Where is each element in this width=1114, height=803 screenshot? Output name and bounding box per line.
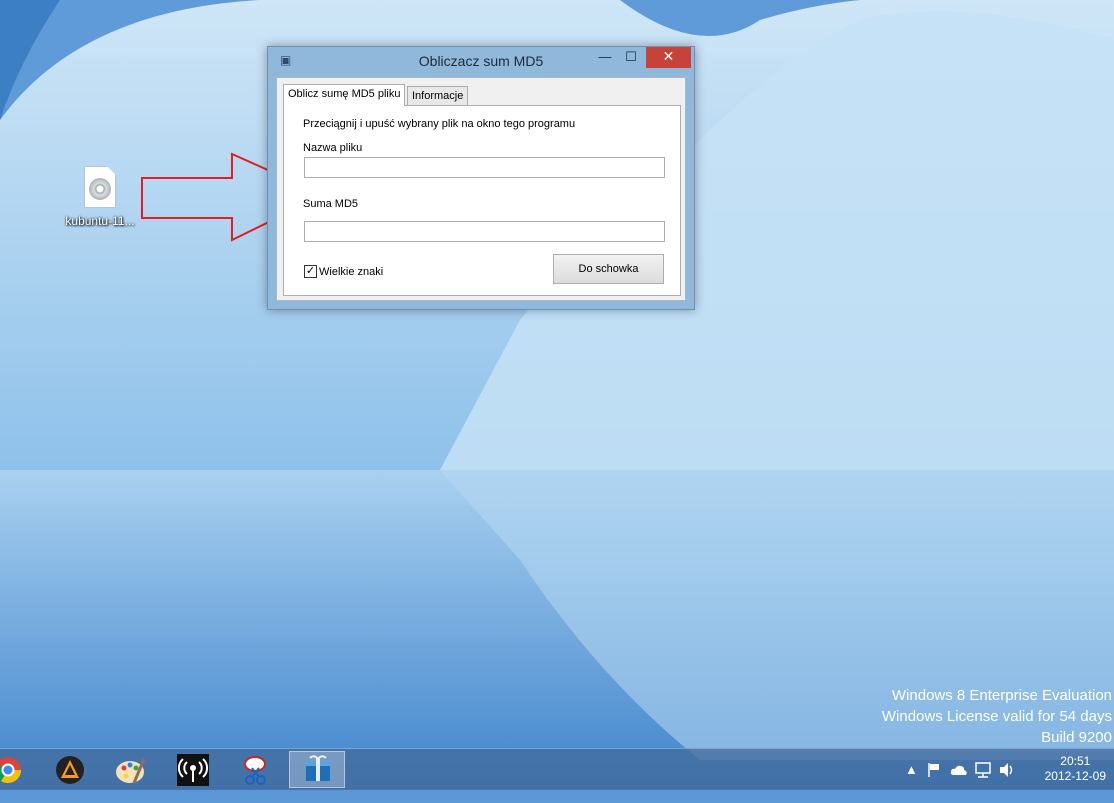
action-center-flag-icon[interactable] — [926, 762, 942, 803]
window-client-area: Oblicz sumę MD5 pliku Informacje Przecią… — [276, 77, 686, 301]
close-button[interactable]: ✕ — [646, 47, 691, 68]
disc-image-file-icon — [84, 166, 116, 208]
taskbar-snipping-tool[interactable] — [227, 751, 283, 788]
filename-label: Nazwa pliku — [303, 142, 363, 154]
title-bar[interactable]: ▣ Obliczacz sum MD5 — ☐ ✕ — [268, 47, 694, 75]
md5-field[interactable] — [304, 221, 665, 242]
md5-app-icon — [306, 755, 330, 781]
tab-informacje[interactable]: Informacje — [407, 86, 469, 105]
paint-icon — [116, 758, 146, 784]
md5-window: ▣ Obliczacz sum MD5 — ☐ ✕ Oblicz sumę MD… — [267, 46, 695, 310]
uppercase-checkbox-label: Wielkie znaki — [319, 265, 384, 278]
instruction-text: Przeciągnij i upuść wybrany plik na okno… — [303, 118, 576, 130]
taskbar-chrome[interactable] — [0, 751, 36, 788]
copy-to-clipboard-button[interactable]: Do schowka — [553, 254, 664, 284]
taskbar: ▲ 20:51 2012-12-09 — [0, 748, 1114, 790]
windows-watermark: Windows 8 Enterprise Evaluation Windows … — [882, 685, 1112, 748]
tab-oblicz[interactable]: Oblicz sumę MD5 pliku — [283, 84, 406, 106]
wireless-icon — [177, 754, 209, 786]
watermark-line-2: Windows License valid for 54 days — [881, 708, 1112, 725]
clock-date: 2012-12-09 — [1044, 769, 1106, 783]
taskbar-vlc[interactable] — [42, 751, 98, 788]
chrome-icon — [0, 757, 22, 784]
taskbar-md5-app[interactable] — [289, 751, 345, 788]
network-icon[interactable] — [974, 761, 994, 802]
desktop-icon-label: kubuntu-11... — [65, 214, 135, 228]
watermark-line-1: Windows 8 Enterprise Evaluation — [891, 687, 1112, 704]
clock-time: 20:51 — [1060, 754, 1091, 768]
watermark-line-3: Build 9200 — [1041, 729, 1112, 746]
taskbar-wireless[interactable] — [165, 751, 221, 788]
vlc-icon — [56, 756, 84, 784]
onedrive-cloud-icon[interactable] — [949, 762, 969, 803]
desktop-icon-kubuntu[interactable]: kubuntu-11... — [58, 166, 142, 228]
taskbar-clock[interactable]: 20:51 2012-12-09 — [1045, 754, 1106, 784]
maximize-button[interactable]: ☐ — [618, 47, 644, 68]
minimize-button[interactable]: — — [592, 47, 618, 68]
filename-field[interactable] — [304, 157, 665, 178]
show-hidden-icons-icon[interactable]: ▲ — [905, 749, 918, 790]
checkbox-checked-icon[interactable]: ✓ — [304, 265, 317, 279]
md5-label: Suma MD5 — [303, 198, 359, 210]
taskbar-paint[interactable] — [102, 751, 158, 788]
volume-icon[interactable] — [998, 761, 1016, 802]
tab-panel: Przeciągnij i upuść wybrany plik na okno… — [283, 105, 681, 296]
snipping-tool-icon — [244, 756, 266, 785]
uppercase-checkbox[interactable]: ✓ Wielkie znaki — [304, 263, 383, 281]
